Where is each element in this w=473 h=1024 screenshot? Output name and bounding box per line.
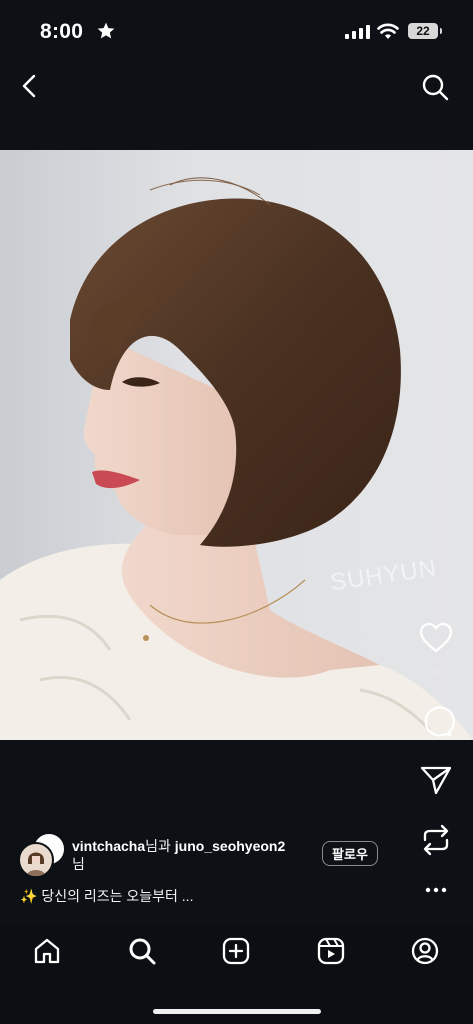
battery-indicator: 22 xyxy=(408,23,438,39)
username-vintchacha[interactable]: vintchacha xyxy=(72,838,145,854)
collab-avatars[interactable] xyxy=(18,832,66,878)
repeat-icon[interactable] xyxy=(416,820,456,860)
comment-icon[interactable] xyxy=(416,701,456,741)
status-time: 8:00 xyxy=(40,20,84,43)
username-juno[interactable]: juno_seohyeon2 xyxy=(175,838,285,854)
search-icon[interactable] xyxy=(127,936,157,966)
profile-icon[interactable] xyxy=(410,936,440,966)
reels-icon[interactable] xyxy=(316,936,346,966)
like-count: 8 xyxy=(432,666,440,680)
create-icon[interactable] xyxy=(221,936,251,966)
post-caption[interactable]: ✨ 당신의 리즈는 오늘부터 ... xyxy=(20,886,193,906)
search-icon[interactable] xyxy=(420,72,450,102)
cellular-signal-icon xyxy=(345,25,370,39)
wifi-icon xyxy=(377,23,399,39)
joiner-text: 님과 xyxy=(145,838,175,854)
star-icon xyxy=(97,22,115,39)
chevron-left-icon[interactable] xyxy=(18,72,42,100)
home-icon[interactable] xyxy=(32,936,62,966)
avatar-vintchacha[interactable] xyxy=(18,842,54,878)
send-icon[interactable] xyxy=(416,760,456,800)
battery-nub xyxy=(440,28,442,34)
home-indicator xyxy=(153,1009,321,1014)
follow-button[interactable]: 팔로우 xyxy=(322,841,378,866)
status-bar: 8:00 22 xyxy=(0,0,473,62)
suffix-text: 님 xyxy=(72,856,85,872)
more-horizontal-icon[interactable] xyxy=(420,880,454,900)
post-media[interactable]: SUHYUN xyxy=(0,150,473,740)
post-photo xyxy=(0,177,473,740)
post-authors[interactable]: vintchacha님과 juno_seohyeon2 님 xyxy=(72,837,312,873)
heart-icon[interactable] xyxy=(416,618,456,658)
